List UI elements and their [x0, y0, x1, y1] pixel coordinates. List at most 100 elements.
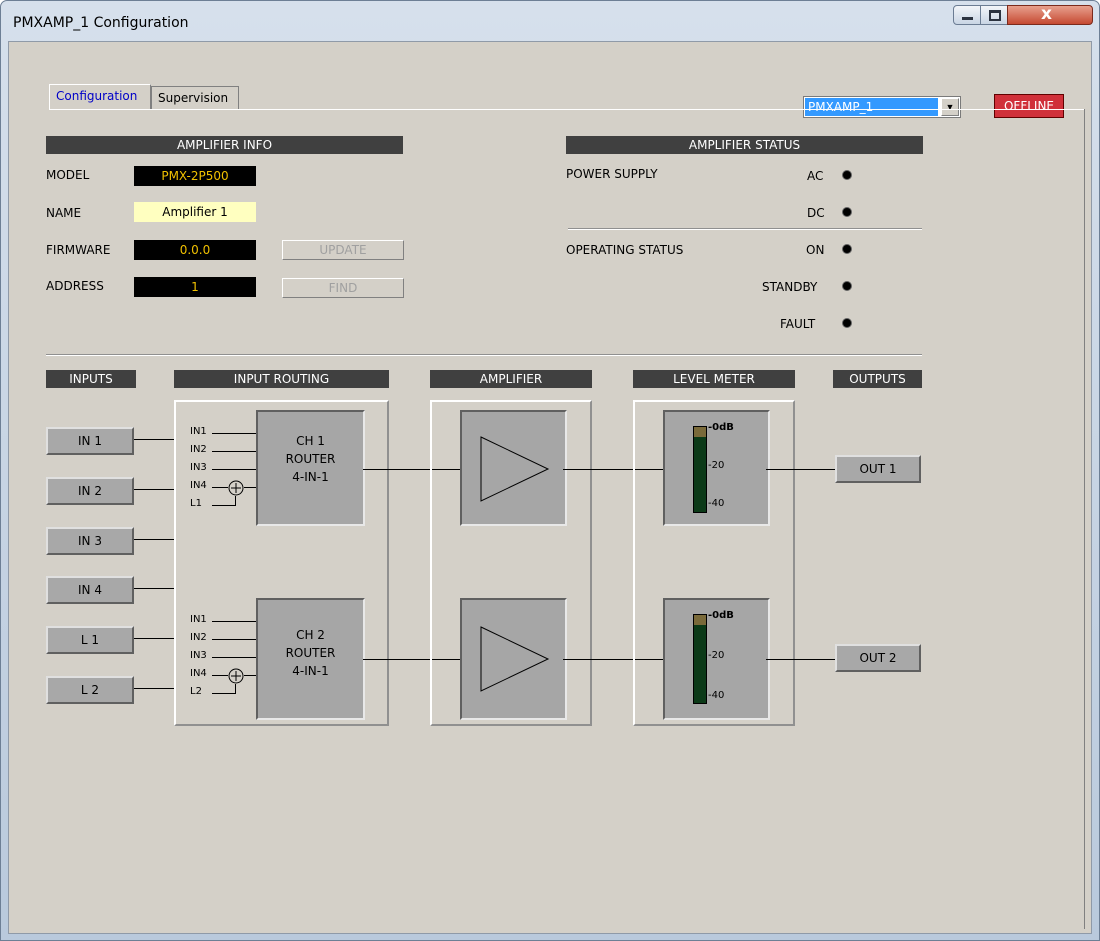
router1-pin-in2: IN2: [190, 444, 207, 455]
operating-status-label: OPERATING STATUS: [566, 243, 684, 257]
device-select[interactable]: PMXAMP_1 ▼: [803, 96, 961, 118]
meter-label-0db: -0dB: [708, 610, 734, 621]
amplifier-header: AMPLIFIER: [430, 370, 592, 388]
router-ch1-line1: CH 1: [296, 434, 325, 448]
minimize-icon: [962, 17, 973, 20]
wire-l2: [134, 688, 174, 689]
meter-label-20: -20: [708, 460, 725, 471]
router2-pin-in2: IN2: [190, 632, 207, 643]
amp-status-header: AMPLIFIER STATUS: [566, 136, 923, 154]
router2-pin-l2: L2: [190, 686, 202, 697]
close-icon: x: [1041, 4, 1052, 24]
dc-led: [842, 207, 852, 217]
wire-ch2-meter-out: [766, 659, 836, 660]
ac-led: [842, 170, 852, 180]
level-meter-panel: -0dB -20 -40 -0dB -20 -40: [633, 400, 795, 726]
fault-label: FAULT: [780, 317, 816, 331]
router-ch1-line2: ROUTER: [285, 452, 336, 466]
outputs-header: OUTPUTS: [833, 370, 922, 388]
input-in2[interactable]: IN 2: [46, 477, 134, 505]
router1-wire: [212, 451, 256, 452]
device-select-value: PMXAMP_1: [805, 98, 938, 116]
router2-pin-in1: IN1: [190, 614, 207, 625]
model-value: PMX-2P500: [134, 166, 256, 186]
amplifier-triangle-icon: [480, 626, 550, 692]
input-l2[interactable]: L 2: [46, 676, 134, 704]
app-window: PMXAMP_1 Configuration x PMXAMP_1 ▼ OFFL…: [0, 0, 1100, 941]
address-label: ADDRESS: [46, 279, 104, 293]
wire-in2: [134, 489, 174, 490]
dc-label: DC: [807, 206, 825, 220]
router1-wire: [212, 487, 228, 488]
tab-configuration[interactable]: Configuration: [49, 84, 151, 110]
ac-label: AC: [807, 169, 824, 183]
router1-wire: [212, 505, 236, 506]
tab-supervision[interactable]: Supervision: [151, 86, 239, 110]
close-button[interactable]: x: [1007, 4, 1093, 25]
find-button[interactable]: FIND: [282, 278, 404, 298]
power-supply-label: POWER SUPPLY: [566, 167, 658, 181]
chevron-down-icon[interactable]: ▼: [941, 98, 959, 116]
router1-wire: [212, 433, 256, 434]
amp-ch2[interactable]: [460, 598, 567, 720]
minimize-button[interactable]: [953, 5, 981, 25]
router-ch2-line1: CH 2: [296, 628, 325, 642]
router2-wire: [212, 675, 228, 676]
maximize-icon: [989, 10, 1001, 21]
window-title: PMXAMP_1 Configuration: [13, 15, 189, 31]
input-in3[interactable]: IN 3: [46, 527, 134, 555]
firmware-value: 0.0.0: [134, 240, 256, 260]
standby-led: [842, 281, 852, 291]
title-bar[interactable]: PMXAMP_1 Configuration x: [1, 1, 1099, 41]
router2-wire: [244, 675, 256, 676]
update-button[interactable]: UPDATE: [282, 240, 404, 260]
router2-wire: [212, 639, 256, 640]
on-led: [842, 244, 852, 254]
on-label: ON: [806, 243, 825, 257]
router1-pin-l1: L1: [190, 498, 202, 509]
router1-pin-in4: IN4: [190, 480, 207, 491]
router1-wire: [212, 469, 256, 470]
meter-bar: [693, 614, 707, 704]
meter-label-20: -20: [708, 650, 725, 661]
meter-ch1: -0dB -20 -40: [663, 410, 770, 526]
router2-wire: [235, 684, 236, 694]
wire-in3: [134, 539, 174, 540]
fault-led: [842, 318, 852, 328]
meter-label-40: -40: [708, 498, 725, 509]
input-routing-header: INPUT ROUTING: [174, 370, 389, 388]
router1-pin-in1: IN1: [190, 426, 207, 437]
router1-wire: [244, 487, 256, 488]
wire-l1: [134, 638, 174, 639]
amp-ch1[interactable]: [460, 410, 567, 526]
status-divider: [568, 228, 922, 230]
model-label: MODEL: [46, 168, 90, 182]
output-out1[interactable]: OUT 1: [835, 455, 921, 483]
wire-ch1-meter-out: [766, 469, 836, 470]
name-field[interactable]: Amplifier 1: [134, 202, 256, 222]
router-ch2[interactable]: CH 2 ROUTER 4-IN-1: [256, 598, 365, 720]
status-badge: OFFLINE: [994, 94, 1064, 118]
output-out2[interactable]: OUT 2: [835, 644, 921, 672]
router-ch2-line3: 4-IN-1: [292, 664, 329, 678]
router1-wire: [235, 496, 236, 506]
wire-in1: [134, 439, 174, 440]
input-in1[interactable]: IN 1: [46, 427, 134, 455]
firmware-label: FIRMWARE: [46, 243, 111, 257]
meter-ch2: -0dB -20 -40: [663, 598, 770, 720]
meter-label-0db: -0dB: [708, 422, 734, 433]
meter-bar: [693, 426, 707, 513]
tab-divider: [49, 109, 1085, 110]
level-meter-header: LEVEL METER: [633, 370, 795, 388]
tab-frame-edge: [1084, 109, 1085, 929]
router2-pin-in4: IN4: [190, 668, 207, 679]
router2-pin-in3: IN3: [190, 650, 207, 661]
router2-wire: [212, 657, 256, 658]
input-l1[interactable]: L 1: [46, 626, 134, 654]
input-in4[interactable]: IN 4: [46, 576, 134, 604]
router-ch1[interactable]: CH 1 ROUTER 4-IN-1: [256, 410, 365, 526]
amplifier-panel: [430, 400, 592, 726]
maximize-button[interactable]: [980, 5, 1008, 25]
input-routing-panel: IN1 IN2 IN3 IN4 L1 CH 1 ROUTER 4-IN-1 IN…: [174, 400, 389, 726]
client-area: PMXAMP_1 ▼ OFFLINE Configuration Supervi…: [8, 41, 1092, 934]
